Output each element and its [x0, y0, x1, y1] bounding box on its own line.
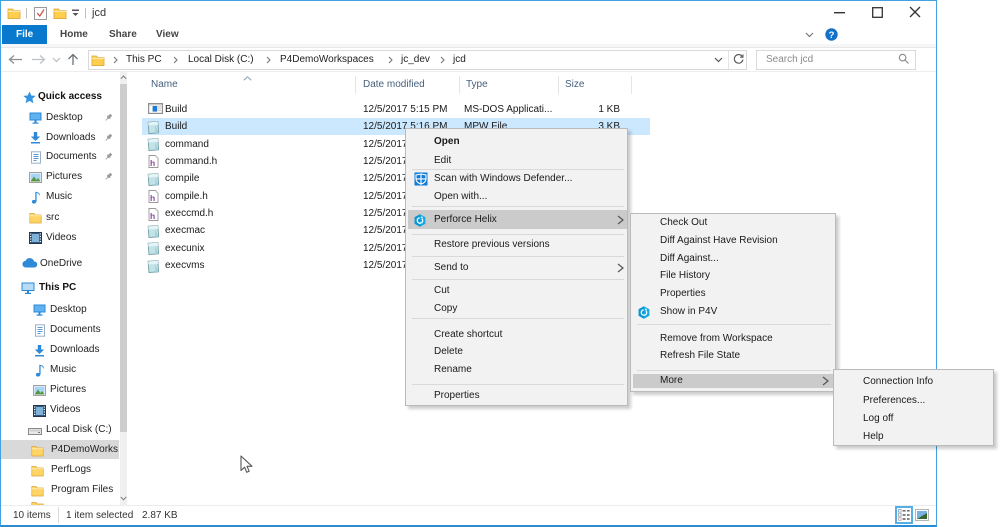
svg-text:h: h — [150, 158, 155, 168]
svg-text:h: h — [150, 193, 155, 203]
svg-text:?: ? — [829, 30, 835, 41]
svg-text:h: h — [150, 211, 155, 221]
